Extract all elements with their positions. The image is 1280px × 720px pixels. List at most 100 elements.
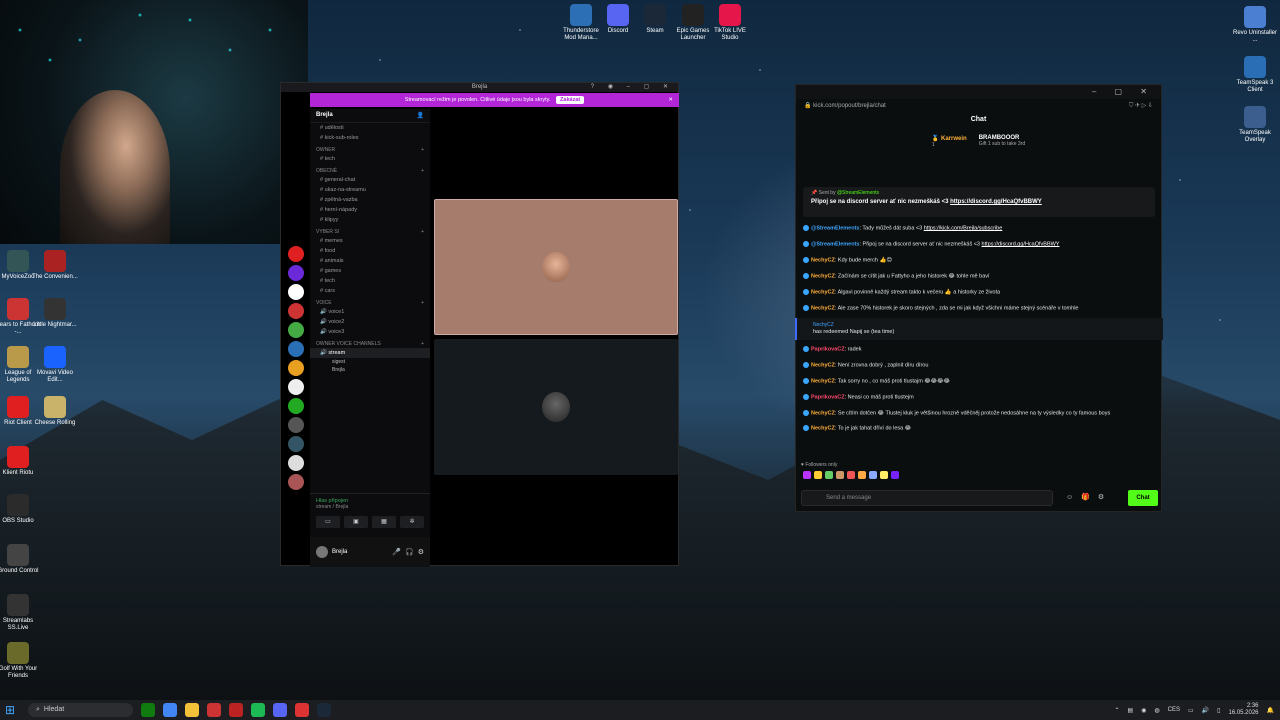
- taskbar-search[interactable]: ⌕ Hledat: [28, 703, 133, 717]
- emote[interactable]: [869, 471, 877, 479]
- chat-username[interactable]: NechyCZ: [811, 305, 835, 311]
- gift-icon[interactable]: 🎁: [1081, 490, 1090, 506]
- chat-username[interactable]: @StreamElements: [811, 241, 859, 247]
- text-channel[interactable]: # kick-sub-roles: [310, 133, 430, 143]
- text-channel[interactable]: # tech: [310, 154, 430, 164]
- chat-username[interactable]: NechyCZ: [811, 362, 835, 368]
- desktop-shortcut[interactable]: Streamlabs SS.Live: [0, 594, 41, 632]
- desktop-shortcut[interactable]: Little Nightmar...: [32, 298, 78, 329]
- language-indicator[interactable]: CES: [1168, 707, 1180, 713]
- text-channel[interactable]: # animals: [310, 256, 430, 266]
- tray-app-icon[interactable]: ◍: [1154, 707, 1159, 714]
- desktop-shortcut[interactable]: Cheese Rolling: [32, 396, 78, 427]
- chat-username[interactable]: NechyCZ: [811, 273, 835, 279]
- chat-username[interactable]: NechyCZ: [811, 426, 835, 432]
- voice-channel[interactable]: 🔊 voice2: [310, 317, 430, 327]
- desktop-shortcut[interactable]: TeamSpeak 3 Client: [1232, 56, 1278, 94]
- desktop-shortcut[interactable]: OBS Studio: [0, 494, 41, 525]
- channel-category[interactable]: VOICE +: [310, 296, 430, 307]
- chat-message-input[interactable]: Send a message: [801, 490, 1053, 506]
- server-icon[interactable]: [287, 474, 304, 490]
- add-channel-icon[interactable]: +: [421, 168, 424, 174]
- add-member-icon[interactable]: 👤: [417, 112, 424, 119]
- voice-participant[interactable]: sigest: [310, 358, 430, 366]
- text-channel[interactable]: # ukaz-na-streamu: [310, 185, 430, 195]
- send-chat-button[interactable]: Chat: [1128, 490, 1158, 506]
- avatar[interactable]: [316, 546, 328, 558]
- text-channel[interactable]: # klipyy: [310, 215, 430, 225]
- file-explorer-icon[interactable]: [185, 703, 199, 717]
- add-channel-icon[interactable]: +: [421, 341, 424, 347]
- chat-username[interactable]: NechyCZ: [811, 410, 835, 416]
- desktop-shortcut[interactable]: Ground Control: [0, 544, 41, 575]
- desktop-shortcut[interactable]: Golf With Your Friends: [0, 642, 41, 680]
- chevron-up-icon[interactable]: ⌃: [1114, 707, 1119, 714]
- voice-channel[interactable]: 🔊 voice3: [310, 327, 430, 337]
- text-channel[interactable]: # memes: [310, 236, 430, 246]
- chat-username[interactable]: @StreamElements: [811, 225, 859, 231]
- close-banner-icon[interactable]: ✕: [668, 93, 673, 107]
- headset-icon[interactable]: 🎧: [405, 548, 414, 556]
- opera-icon[interactable]: [207, 703, 221, 717]
- emote[interactable]: [880, 471, 888, 479]
- desktop-shortcut[interactable]: Movavi Video Edit...: [32, 346, 78, 384]
- gear-icon[interactable]: ⚙: [1098, 490, 1104, 506]
- server-icon[interactable]: [287, 322, 304, 338]
- spotify-icon[interactable]: [251, 703, 265, 717]
- address-bar[interactable]: 🔒 kick.com/popout/brejla/chat ⛉ ✈ ▷ ⇩: [796, 99, 1161, 113]
- discord-icon[interactable]: [273, 703, 287, 717]
- server-icon[interactable]: [287, 246, 304, 262]
- tray-app-icon[interactable]: ◉: [1141, 707, 1146, 714]
- browser-actions-icon[interactable]: ⛉ ✈ ▷ ⇩: [1129, 99, 1153, 113]
- redeem-user[interactable]: NechyCZ: [813, 322, 1147, 329]
- desktop-shortcut[interactable]: TeamSpeak Overlay: [1232, 106, 1278, 144]
- emote[interactable]: [825, 471, 833, 479]
- chat-link[interactable]: https://kick.com/Brejla/subscribe: [924, 225, 1003, 231]
- video-tile-user-1[interactable]: [434, 199, 678, 335]
- channel-category[interactable]: VYBER SI +: [310, 225, 430, 236]
- server-icon[interactable]: [287, 455, 304, 471]
- chat-username[interactable]: PaprikovaCZ: [811, 346, 845, 352]
- speaker-icon[interactable]: 🔊: [1202, 707, 1209, 714]
- text-channel[interactable]: # general-chat: [310, 175, 430, 185]
- tray-app-icon[interactable]: ▤: [1128, 707, 1134, 714]
- xbox-icon[interactable]: [141, 703, 155, 717]
- chat-username[interactable]: NechyCZ: [811, 289, 835, 295]
- emoji-icon[interactable]: ☺: [1066, 490, 1073, 506]
- pinned-link[interactable]: https://discord.gg/HcaQfvBBWY: [950, 199, 1042, 205]
- pinned-message[interactable]: 📌 Sent by @StreamElements Připoj se na d…: [803, 187, 1155, 217]
- server-icon[interactable]: [287, 284, 304, 300]
- desktop-shortcut[interactable]: Revo Uninstaller ...: [1232, 6, 1278, 44]
- window-controls[interactable]: ? ◉ – ▢ ✕: [591, 83, 674, 92]
- channel-category[interactable]: OBECNÉ +: [310, 164, 430, 175]
- channel-category[interactable]: OWNER VOICE CHANNELS +: [310, 337, 430, 348]
- server-icon[interactable]: [287, 398, 304, 414]
- add-channel-icon[interactable]: +: [421, 147, 424, 153]
- emote[interactable]: [891, 471, 899, 479]
- desktop-shortcut[interactable]: The Convenien...: [32, 250, 78, 281]
- desktop-shortcut[interactable]: Klient Riotu: [0, 446, 41, 477]
- text-channel[interactable]: # food: [310, 246, 430, 256]
- emote[interactable]: [858, 471, 866, 479]
- screen-share-button[interactable]: ▣: [344, 516, 368, 528]
- emote[interactable]: [847, 471, 855, 479]
- text-channel[interactable]: # tech: [310, 276, 430, 286]
- voice-channel[interactable]: 🔊 stream: [310, 348, 430, 358]
- activities-button[interactable]: ▦: [372, 516, 396, 528]
- tiktok-icon[interactable]: [295, 703, 309, 717]
- chrome-icon[interactable]: [163, 703, 177, 717]
- server-icon[interactable]: [287, 303, 304, 319]
- camera-button[interactable]: ▭: [316, 516, 340, 528]
- window-controls[interactable]: – ▢ ✕: [1092, 87, 1155, 96]
- chat-link[interactable]: https://discord.gg/HcaQfvBBWY: [982, 241, 1060, 247]
- text-channel[interactable]: # herní-nápady: [310, 205, 430, 215]
- soundboard-button[interactable]: ✲: [400, 516, 424, 528]
- chat-username[interactable]: NechyCZ: [811, 257, 835, 263]
- server-header[interactable]: Brejla 👤: [310, 109, 430, 123]
- gear-icon[interactable]: ⚙: [418, 548, 424, 556]
- network-icon[interactable]: ▭: [1188, 707, 1194, 714]
- text-channel[interactable]: # zpětná-vazba: [310, 195, 430, 205]
- gifter-1[interactable]: 🥇 Karrwein 1: [932, 135, 967, 148]
- server-icon[interactable]: [287, 360, 304, 376]
- text-channel[interactable]: # games: [310, 266, 430, 276]
